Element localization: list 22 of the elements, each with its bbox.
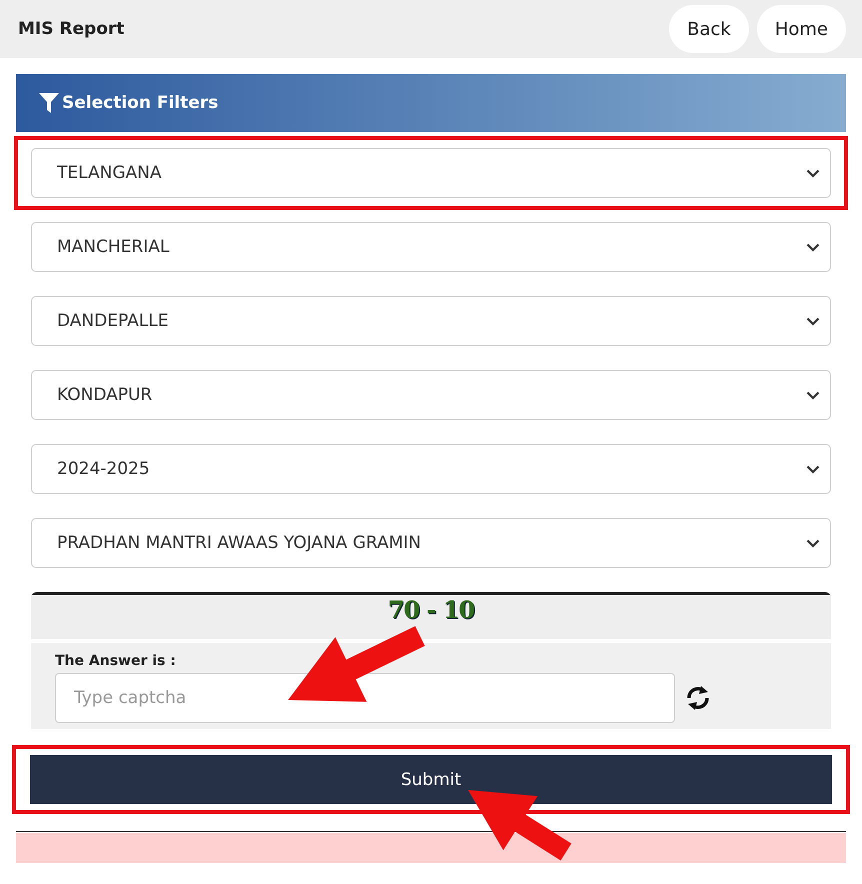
dropdown[interactable]: PRADHAN MANTRI AWAAS YOJANA GRAMIN [31,518,831,568]
chevron-icon [806,464,820,474]
chevron-icon [806,538,820,548]
dropdown[interactable]: MANCHERIAL [31,222,831,272]
captcha-question: 70 - 10 [388,595,474,624]
nav-button[interactable]: Back [669,5,749,53]
chevron-icon [806,390,820,400]
dropdown[interactable]: KONDAPUR [31,370,831,420]
submit-button[interactable]: Submit [30,755,832,804]
nav-button[interactable]: Home [756,5,846,53]
chevron-icon [806,316,820,326]
chevron-icon [806,242,820,252]
dropdown[interactable]: TELANGANA [31,148,831,198]
panel-title: Selection Filters [62,93,218,113]
captcha-field[interactable]: Type captcha [55,673,675,723]
filter-icon [38,92,60,114]
dropdown[interactable]: 2024-2025 [31,444,831,494]
chevron-icon [806,168,820,178]
page-title: MIS Report [18,19,124,39]
answer-label: The Answer is : [55,653,177,669]
refresh-icon[interactable] [685,684,711,712]
dropdown[interactable]: DANDEPALLE [31,296,831,346]
